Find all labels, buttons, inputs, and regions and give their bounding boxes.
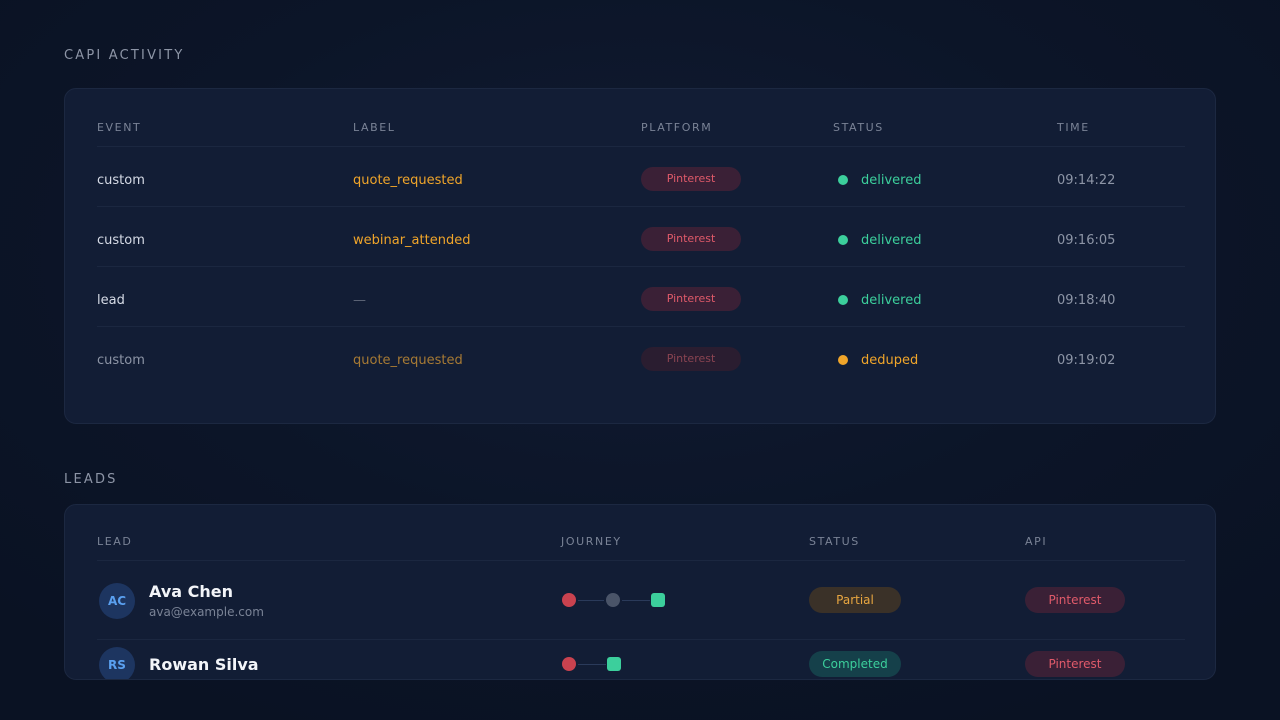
- status-dot-icon: [838, 175, 848, 185]
- platform-badge: Pinterest: [641, 227, 741, 251]
- header-status: STATUS: [833, 121, 884, 134]
- event-time: 09:18:40: [1057, 293, 1116, 308]
- header-event: EVENT: [97, 121, 142, 134]
- journey-step-icon: [606, 593, 620, 607]
- table-row[interactable]: custom webinar_attended Pinterest delive…: [65, 209, 1217, 269]
- table-row[interactable]: custom quote_requested Pinterest deliver…: [65, 149, 1217, 209]
- header-platform: PLATFORM: [641, 121, 713, 134]
- journey-step-icon: [607, 657, 621, 671]
- capi-activity-title: CAPI ACTIVITY: [64, 48, 185, 63]
- event-time: 09:19:02: [1057, 353, 1116, 368]
- leads-table: LEAD JOURNEY STATUS API AC Ava Chen ava@…: [64, 504, 1216, 680]
- header-status: STATUS: [809, 535, 860, 548]
- row-divider: [97, 639, 1185, 640]
- journey-step-icon: [562, 657, 576, 671]
- journey-connector: [622, 600, 650, 601]
- row-divider: [97, 206, 1185, 207]
- event-name: custom: [97, 173, 145, 188]
- status-dot-icon: [838, 355, 848, 365]
- table-row[interactable]: AC Ava Chen ava@example.com Partial Pint…: [65, 561, 1215, 639]
- avatar: AC: [99, 583, 135, 619]
- status-badge: Partial: [809, 587, 901, 613]
- header-lead: LEAD: [97, 535, 133, 548]
- status-badge: Completed: [809, 651, 901, 677]
- header-api: API: [1025, 535, 1048, 548]
- lead-name: Rowan Silva: [149, 655, 259, 674]
- header-time: TIME: [1057, 121, 1090, 134]
- status-dot-icon: [838, 295, 848, 305]
- event-label: quote_requested: [353, 353, 463, 368]
- status-text: delivered: [861, 173, 922, 188]
- header-journey: JOURNEY: [561, 535, 622, 548]
- event-label: webinar_attended: [353, 233, 471, 248]
- status-dot-icon: [838, 235, 848, 245]
- table-row[interactable]: RS Rowan Silva Completed Pinterest: [65, 641, 1215, 679]
- status-text: delivered: [861, 293, 922, 308]
- platform-badge: Pinterest: [641, 287, 741, 311]
- lead-email: ava@example.com: [149, 605, 264, 619]
- avatar: RS: [99, 647, 135, 679]
- platform-badge: Pinterest: [641, 347, 741, 371]
- status-text: deduped: [861, 353, 919, 368]
- header-label: LABEL: [353, 121, 396, 134]
- lead-name: Ava Chen: [149, 582, 233, 601]
- platform-badge: Pinterest: [641, 167, 741, 191]
- leads-title: LEADS: [64, 472, 118, 487]
- api-badge: Pinterest: [1025, 587, 1125, 613]
- journey-step-icon: [651, 593, 665, 607]
- event-name: lead: [97, 293, 125, 308]
- status-text: delivered: [861, 233, 922, 248]
- journey-step-icon: [562, 593, 576, 607]
- row-divider: [97, 266, 1185, 267]
- table-row[interactable]: custom quote_requested Pinterest deduped…: [65, 329, 1217, 389]
- event-label: —: [353, 293, 366, 308]
- capi-activity-table: EVENT LABEL PLATFORM STATUS TIME custom …: [64, 88, 1216, 424]
- event-name: custom: [97, 233, 145, 248]
- table-row[interactable]: lead — Pinterest delivered 09:18:40: [65, 269, 1217, 329]
- journey-connector: [578, 664, 606, 665]
- row-divider: [97, 326, 1185, 327]
- api-badge: Pinterest: [1025, 651, 1125, 677]
- event-name: custom: [97, 353, 145, 368]
- event-time: 09:14:22: [1057, 173, 1116, 188]
- event-time: 09:16:05: [1057, 233, 1116, 248]
- header-divider: [97, 146, 1185, 147]
- journey-connector: [578, 600, 604, 601]
- event-label: quote_requested: [353, 173, 463, 188]
